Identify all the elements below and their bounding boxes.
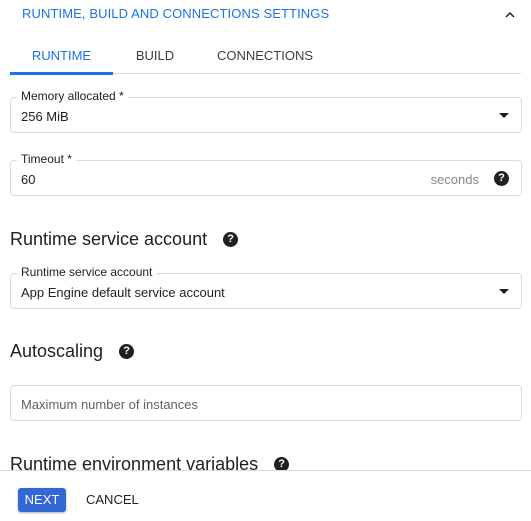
footer-actions: NEXT CANCEL <box>0 470 531 521</box>
dropdown-arrow-icon[interactable] <box>499 113 509 118</box>
timeout-unit: seconds <box>430 172 479 187</box>
section-title[interactable]: RUNTIME, BUILD AND CONNECTIONS SETTINGS <box>22 6 329 21</box>
settings-tabs: RUNTIME BUILD CONNECTIONS <box>10 38 521 75</box>
tab-build[interactable]: BUILD <box>113 38 197 74</box>
next-button[interactable]: NEXT <box>18 488 66 512</box>
memory-allocated-label: Memory allocated * <box>17 89 128 103</box>
timeout-value: 60 <box>21 172 36 187</box>
timeout-field[interactable]: Timeout * 60 seconds ? <box>10 152 522 196</box>
tab-connections[interactable]: CONNECTIONS <box>197 38 333 74</box>
max-instances-input[interactable]: Maximum number of instances <box>10 385 522 421</box>
help-icon[interactable]: ? <box>494 171 509 186</box>
help-icon[interactable]: ? <box>119 344 135 359</box>
autoscaling-heading: Autoscaling ? <box>10 341 135 362</box>
max-instances-placeholder: Maximum number of instances <box>21 397 199 412</box>
service-account-heading-text: Runtime service account <box>10 229 208 249</box>
runtime-settings-panel: RUNTIME, BUILD AND CONNECTIONS SETTINGS … <box>0 0 531 521</box>
memory-allocated-select[interactable]: Memory allocated * 256 MiB <box>10 89 522 133</box>
service-account-select[interactable]: Runtime service account App Engine defau… <box>10 265 522 309</box>
dropdown-arrow-icon[interactable] <box>499 289 509 294</box>
memory-allocated-value: 256 MiB <box>21 109 69 124</box>
chevron-up-icon[interactable] <box>501 6 519 24</box>
cancel-button[interactable]: CANCEL <box>86 488 139 512</box>
service-account-heading: Runtime service account ? <box>10 229 239 250</box>
service-account-value: App Engine default service account <box>21 285 225 300</box>
timeout-label: Timeout * <box>17 152 76 166</box>
help-icon[interactable]: ? <box>223 232 239 247</box>
autoscaling-heading-text: Autoscaling <box>10 341 104 361</box>
tab-runtime[interactable]: RUNTIME <box>10 38 113 75</box>
service-account-label: Runtime service account <box>17 265 157 279</box>
